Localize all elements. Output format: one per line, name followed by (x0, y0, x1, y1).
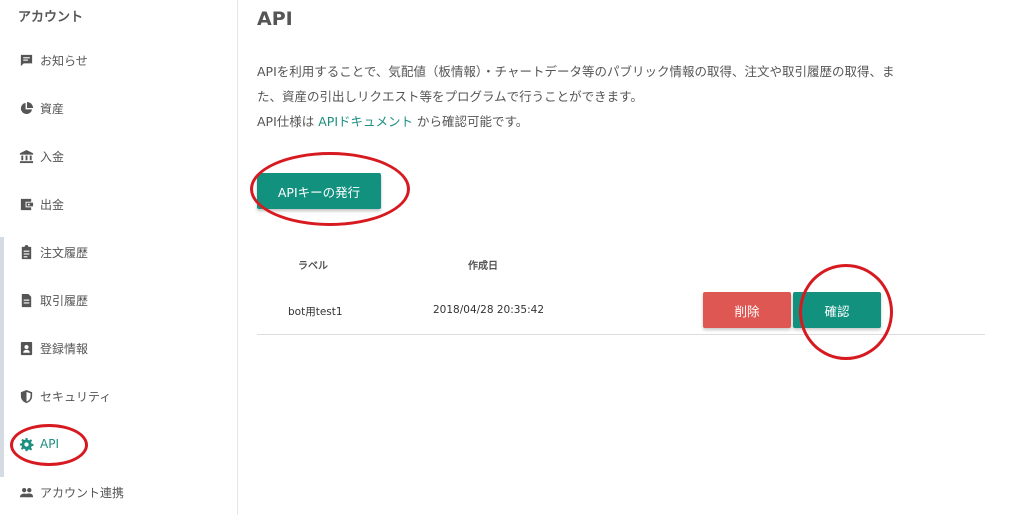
sidebar-item-label: 資産 (40, 101, 65, 116)
column-header-created: 作成日 (468, 261, 498, 272)
description-text: から確認可能です。 (413, 114, 529, 129)
message-icon (18, 52, 34, 68)
sidebar-item-order-history[interactable]: 注文履歴 (18, 240, 88, 264)
sidebar-item-api[interactable]: API (18, 432, 59, 456)
description-line: た、資産の引出しリクエスト等をプログラムで行うことができます。 (257, 89, 643, 104)
column-header-label: ラベル (298, 261, 328, 272)
sidebar-item-security[interactable]: セキュリティ (18, 384, 111, 408)
clipboard-icon (18, 244, 34, 260)
sidebar-item-registration[interactable]: 登録情報 (18, 336, 88, 360)
sidebar-item-label: 注文履歴 (40, 245, 89, 260)
main-content: API APIを利用することで、気配値（板情報）・チャートデータ等のパブリック情… (257, 0, 997, 515)
row-divider (257, 334, 985, 335)
description-line: APIを利用することで、気配値（板情報）・チャートデータ等のパブリック情報の取得… (257, 64, 895, 79)
sidebar-item-account-link[interactable]: アカウント連携 (18, 480, 124, 504)
description-line: API仕様は APIドキュメント から確認可能です。 (257, 109, 987, 134)
api-document-link[interactable]: APIドキュメント (318, 114, 413, 129)
sidebar-item-label: お知らせ (40, 53, 88, 68)
sidebar-item-label: 登録情報 (40, 341, 89, 356)
issue-api-key-button[interactable]: APIキーの発行 (257, 173, 381, 209)
shield-icon (18, 388, 34, 404)
pie-chart-icon (18, 100, 34, 116)
sidebar-item-label: アカウント連携 (40, 485, 125, 500)
sidebar-item-withdraw[interactable]: 出金 (18, 192, 64, 216)
sidebar-item-label: セキュリティ (40, 389, 112, 404)
sidebar-item-deposit[interactable]: 入金 (18, 144, 64, 168)
sidebar-item-label: API (40, 437, 59, 451)
bank-icon (18, 148, 34, 164)
sidebar-item-assets[interactable]: 資産 (18, 96, 64, 120)
sidebar-item-label: 取引履歴 (40, 293, 89, 308)
gear-icon (18, 436, 34, 452)
sidebar-item-news[interactable]: お知らせ (18, 48, 88, 72)
cell-created: 2018/04/28 20:35:42 (433, 304, 545, 316)
sidebar-item-label: 出金 (40, 197, 65, 212)
cell-label: bot用test1 (288, 306, 343, 318)
document-icon (18, 292, 34, 308)
sidebar-title: アカウント (18, 10, 84, 25)
contact-card-icon (18, 340, 34, 356)
page-title: API (257, 8, 293, 30)
description: APIを利用することで、気配値（板情報）・チャートデータ等のパブリック情報の取得… (257, 59, 987, 134)
people-icon (18, 484, 34, 500)
sidebar-accent-bar (0, 237, 4, 477)
confirm-button[interactable]: 確認 (793, 292, 881, 328)
sidebar-item-label: 入金 (40, 149, 65, 164)
sidebar: アカウント お知らせ 資産 入金 出金 注文履歴 取引履歴 登録情報 セキュリテ… (0, 0, 238, 515)
delete-button[interactable]: 削除 (703, 292, 791, 328)
sidebar-item-trade-history[interactable]: 取引履歴 (18, 288, 88, 312)
wallet-icon (18, 196, 34, 212)
description-text: API仕様は (257, 114, 319, 129)
